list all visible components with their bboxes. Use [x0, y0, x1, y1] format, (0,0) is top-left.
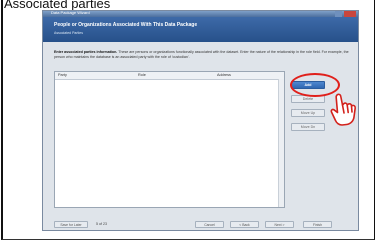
instructions: Enter associated parties information. Th… — [54, 50, 354, 60]
table-scrollbar[interactable] — [278, 79, 284, 207]
wizard-window: Data Package Wizard People or Organizati… — [42, 10, 359, 231]
page-subtitle: Associated Parties — [54, 31, 83, 35]
move-up-button[interactable]: Move Up — [291, 109, 325, 117]
window-title: Data Package Wizard — [51, 10, 90, 15]
wizard-footer: Save for Later 5 of 23 Cancel < Back Nex… — [43, 218, 358, 230]
parties-table[interactable]: Party Role Address — [54, 71, 285, 208]
finish-button[interactable]: Finish — [303, 221, 332, 228]
column-address[interactable]: Address — [217, 73, 231, 77]
back-button[interactable]: < Back — [230, 221, 259, 228]
column-party[interactable]: Party — [58, 73, 67, 77]
table-header: Party Role Address — [55, 72, 284, 80]
cancel-button[interactable]: Cancel — [195, 221, 224, 228]
wizard-header: People or Organizations Associated With … — [43, 17, 358, 42]
move-down-button[interactable]: Move Dn — [291, 123, 325, 131]
step-indicator: 5 of 23 — [96, 222, 107, 226]
column-role[interactable]: Role — [138, 73, 146, 77]
pointing-hand-icon — [330, 93, 357, 126]
page-title: People or Organizations Associated With … — [54, 22, 198, 28]
save-for-later-button[interactable]: Save for Later — [54, 221, 88, 228]
next-button[interactable]: Next > — [265, 221, 294, 228]
instructions-bold: Enter associated parties information. — [54, 50, 118, 54]
